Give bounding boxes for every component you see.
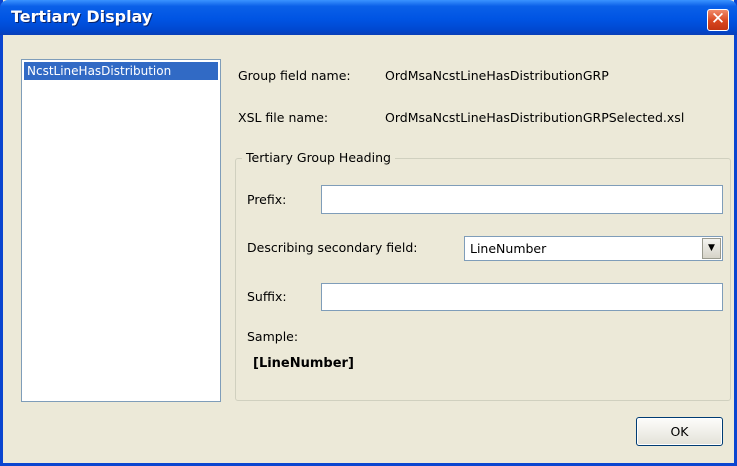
describing-field-select[interactable]: LineNumber ▼	[464, 236, 723, 261]
group-field-value: OrdMsaNcstLineHasDistributionGRP	[385, 68, 609, 83]
close-button[interactable]: ✕	[707, 9, 729, 31]
sample-label: Sample:	[247, 329, 299, 344]
chevron-down-icon: ▼	[708, 243, 715, 253]
xsl-file-value: OrdMsaNcstLineHasDistributionGRPSelected…	[385, 110, 685, 125]
describing-field-label: Describing secondary field:	[247, 240, 418, 255]
prefix-input[interactable]	[321, 185, 723, 214]
describing-field-value: LineNumber	[470, 241, 547, 256]
sample-value: [LineNumber]	[253, 356, 354, 371]
group-box-title: Tertiary Group Heading	[242, 150, 395, 165]
list-item[interactable]: NcstLineHasDistribution	[24, 62, 218, 80]
title-bar[interactable]: Tertiary Display ✕	[0, 0, 737, 35]
xsl-file-label: XSL file name:	[238, 110, 329, 125]
suffix-input[interactable]	[321, 283, 723, 311]
window-title: Tertiary Display	[11, 7, 153, 26]
ok-button[interactable]: OK	[636, 417, 723, 446]
close-icon: ✕	[710, 9, 726, 29]
suffix-label: Suffix:	[247, 289, 287, 304]
dropdown-button[interactable]: ▼	[702, 238, 721, 259]
group-listbox[interactable]: NcstLineHasDistribution	[21, 59, 221, 402]
group-field-label: Group field name:	[238, 68, 351, 83]
prefix-label: Prefix:	[247, 192, 287, 207]
